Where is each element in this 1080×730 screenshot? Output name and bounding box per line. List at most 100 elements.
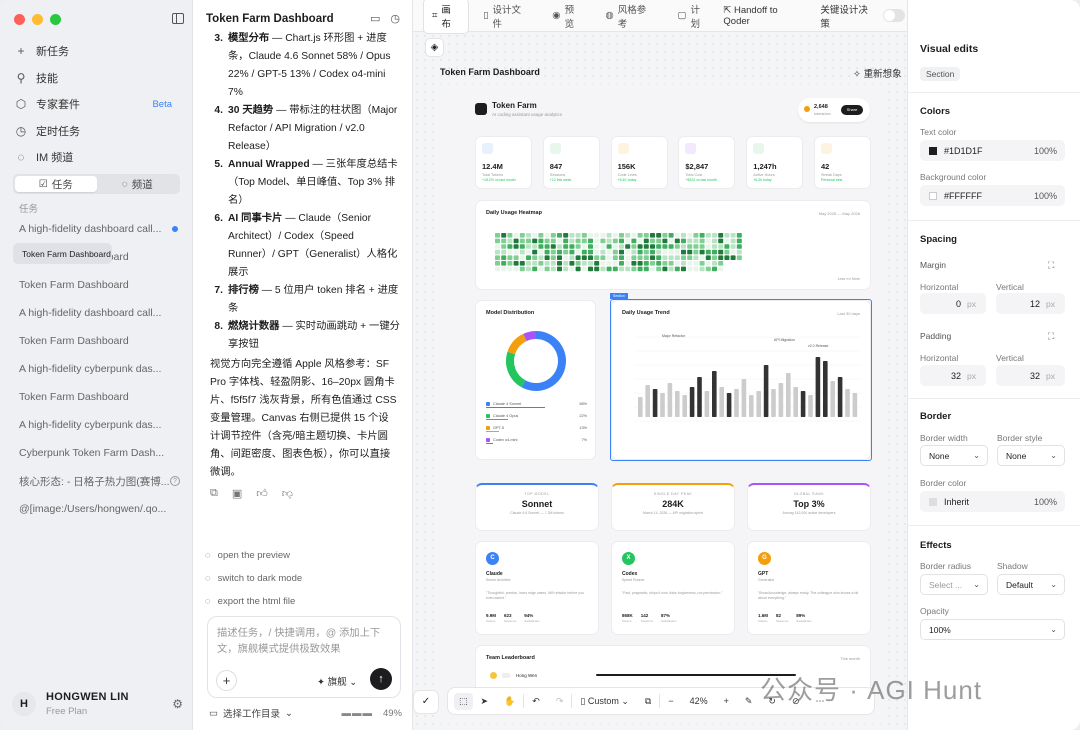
select-value: 100% xyxy=(929,624,951,635)
check-icon[interactable]: ✓ xyxy=(413,690,439,714)
segment-tasks[interactable]: ☑ 任务 xyxy=(15,176,97,192)
task-item[interactable]: @[image:/Users/hongwen/.qo... xyxy=(13,495,186,523)
feedback-icon[interactable]: ▭ xyxy=(370,12,380,25)
thumbs-up-icon[interactable]: 👍︎ xyxy=(256,487,268,500)
image-icon[interactable]: ▣ xyxy=(232,487,242,500)
message-composer[interactable]: 描述任务，/ 快捷调用，@ 添加上下文，旗舰模式提供极致效果 + ✦ 旗舰 ⌄ … xyxy=(207,616,401,698)
heatmap-cell xyxy=(612,261,618,266)
margin-horizontal-input[interactable]: 0 px xyxy=(920,293,986,314)
suggestion-item[interactable]: ◌ export the html file xyxy=(205,596,401,607)
nav-expert-kits[interactable]: ⬡ 专家套件 Beta xyxy=(14,91,184,118)
tab-style-reference[interactable]: ◍ 风格参考 xyxy=(597,0,663,33)
rethink-button[interactable]: ✧ 重新想象 xyxy=(853,66,902,80)
tab-canvas[interactable]: ⌗ 画布 xyxy=(423,0,470,34)
pen-icon[interactable]: ✎ xyxy=(737,696,761,707)
opacity-value[interactable]: 100% xyxy=(1034,146,1057,156)
history-icon[interactable]: ◷ xyxy=(390,12,400,25)
layers-icon[interactable]: ◈ xyxy=(425,38,444,57)
suggestion-item[interactable]: ◌ open the preview xyxy=(205,550,401,561)
agent-stats: 868K Tokens 142 Sessions 87% Satisfaction xyxy=(622,613,676,623)
minimize-window-button[interactable] xyxy=(32,14,43,25)
opacity-value[interactable]: 100% xyxy=(1034,191,1057,201)
tab-preview[interactable]: ◉ 预览 xyxy=(544,0,591,33)
padding-vertical-input[interactable]: 32 px xyxy=(996,365,1065,386)
task-item[interactable]: A high-fidelity cyberpunk das... xyxy=(13,355,186,383)
opacity-label: Opacity xyxy=(920,606,949,616)
heatmap-cell xyxy=(687,233,693,238)
color-value[interactable]: #1D1D1F xyxy=(944,146,983,156)
border-radius-select[interactable]: Select ... ⌄ xyxy=(920,574,988,595)
zoom-out-icon[interactable]: − xyxy=(660,696,681,706)
background-color-field[interactable]: #FFFFFF 100% xyxy=(920,185,1065,206)
opacity-select[interactable]: 100% ⌄ xyxy=(920,619,1065,640)
summary-kicker: GLOBAL RANK xyxy=(793,492,825,496)
send-button[interactable]: ↑ xyxy=(370,668,392,690)
heatmap-cell xyxy=(712,266,717,272)
color-swatch[interactable] xyxy=(929,497,937,506)
task-item[interactable]: A high-fidelity dashboard call... xyxy=(13,215,186,243)
select-tool-icon[interactable]: ⬚ xyxy=(454,692,473,710)
nav-scheduled-tasks[interactable]: ◷ 定时任务 xyxy=(14,118,184,145)
copy-icon[interactable]: ⧉ xyxy=(210,487,218,500)
attach-button[interactable]: + xyxy=(216,670,237,691)
text-color-field[interactable]: #1D1D1F 100% xyxy=(920,140,1065,161)
input-value[interactable]: 32 xyxy=(1030,371,1040,381)
composer-placeholder[interactable]: 描述任务，/ 快捷调用，@ 添加上下文，旗舰模式提供极致效果 xyxy=(217,626,395,658)
task-item[interactable]: 核心形态: - 日格子热力图(赛博...? xyxy=(13,467,186,495)
zoom-window-button[interactable] xyxy=(50,14,61,25)
color-swatch[interactable] xyxy=(929,146,937,155)
expand-icon[interactable]: ⛶ xyxy=(1048,260,1054,271)
padding-horizontal-input[interactable]: 32 px xyxy=(920,365,986,386)
task-item[interactable]: Token Farm Dashboard xyxy=(13,327,186,355)
sidebar-toggle-icon[interactable] xyxy=(172,13,184,24)
segment-channels[interactable]: ◌ 频道 xyxy=(97,176,179,192)
color-value[interactable]: Inherit xyxy=(944,497,969,507)
heatmap-cell xyxy=(501,255,507,260)
input-value[interactable]: 32 xyxy=(951,371,961,381)
redo-icon[interactable]: ↷ xyxy=(548,696,572,707)
gear-icon[interactable]: ⚙ xyxy=(172,697,183,711)
input-value[interactable]: 0 xyxy=(956,299,961,309)
nav-im-channels[interactable]: ◌ IM 频道 xyxy=(14,144,184,171)
border-style-select[interactable]: None ⌄ xyxy=(997,445,1065,466)
summary-kicker: TOP MODEL xyxy=(524,492,550,496)
pointer-icon[interactable]: ➤ xyxy=(473,696,497,707)
canvas[interactable]: ◈ Token Farm Dashboard ✧ 重新想象 Token Farm… xyxy=(413,32,907,730)
tab-design-files[interactable]: ▯ 设计文件 xyxy=(475,0,538,33)
task-item[interactable]: A high-fidelity dashboard call... xyxy=(13,299,186,327)
hand-icon[interactable]: ✋ xyxy=(496,696,523,707)
copy-icon[interactable]: ⧉ xyxy=(637,696,659,707)
workdir-select[interactable]: 选择工作目录 xyxy=(223,706,280,720)
border-width-select[interactable]: None ⌄ xyxy=(920,445,988,466)
task-item[interactable]: A high-fidelity cyberpunk das... xyxy=(13,411,186,439)
dashboard-frame[interactable]: Token Farm AI coding assistant usage ana… xyxy=(438,84,884,724)
shadow-select[interactable]: Default ⌄ xyxy=(997,574,1065,595)
nav-skills[interactable]: ⚲ 技能 xyxy=(14,65,184,92)
color-swatch[interactable] xyxy=(929,191,937,200)
color-value[interactable]: #FFFFFF xyxy=(944,191,982,201)
chat-bubble-icon: ◌ xyxy=(205,550,211,561)
agent-card: X Codex Speed Runner "Fast, pragmatic, ship… xyxy=(611,541,735,635)
expand-icon[interactable]: ⛶ xyxy=(1048,331,1054,342)
nav-new-task[interactable]: + 新任务 xyxy=(14,38,184,65)
margin-vertical-input[interactable]: 12 px xyxy=(996,293,1065,314)
zoom-in-icon[interactable]: + xyxy=(716,696,737,706)
share-button[interactable]: Share xyxy=(841,105,863,115)
handoff-button[interactable]: ⇱ Handoff to Qoder xyxy=(723,5,806,27)
suggestion-item[interactable]: ◌ switch to dark mode xyxy=(205,573,401,584)
task-item[interactable]: Token Farm Dashboard xyxy=(13,271,186,299)
key-decisions-toggle[interactable] xyxy=(883,9,905,22)
model-mode-select[interactable]: ✦ 旗舰 ⌄ xyxy=(317,674,357,688)
opacity-value[interactable]: 100% xyxy=(1034,497,1057,507)
close-window-button[interactable] xyxy=(14,14,25,25)
tab-plan[interactable]: ▢ 计划 xyxy=(670,0,718,33)
task-item[interactable]: Cyberpunk Token Farm Dash... xyxy=(13,439,186,467)
undo-icon[interactable]: ↶ xyxy=(524,696,548,707)
task-item[interactable]: Token Farm Dashboard xyxy=(13,383,186,411)
input-value[interactable]: 12 xyxy=(1030,299,1040,309)
task-item-selected[interactable]: Token Farm Dashboard xyxy=(13,243,112,264)
thumbs-down-icon[interactable]: 👎︎ xyxy=(282,487,293,500)
user-profile[interactable]: H HONGWEN LIN Free Plan ⚙ xyxy=(12,691,187,717)
border-color-field[interactable]: Inherit 100% xyxy=(920,491,1065,512)
device-select[interactable]: ▯ Custom ⌄ xyxy=(572,696,637,707)
